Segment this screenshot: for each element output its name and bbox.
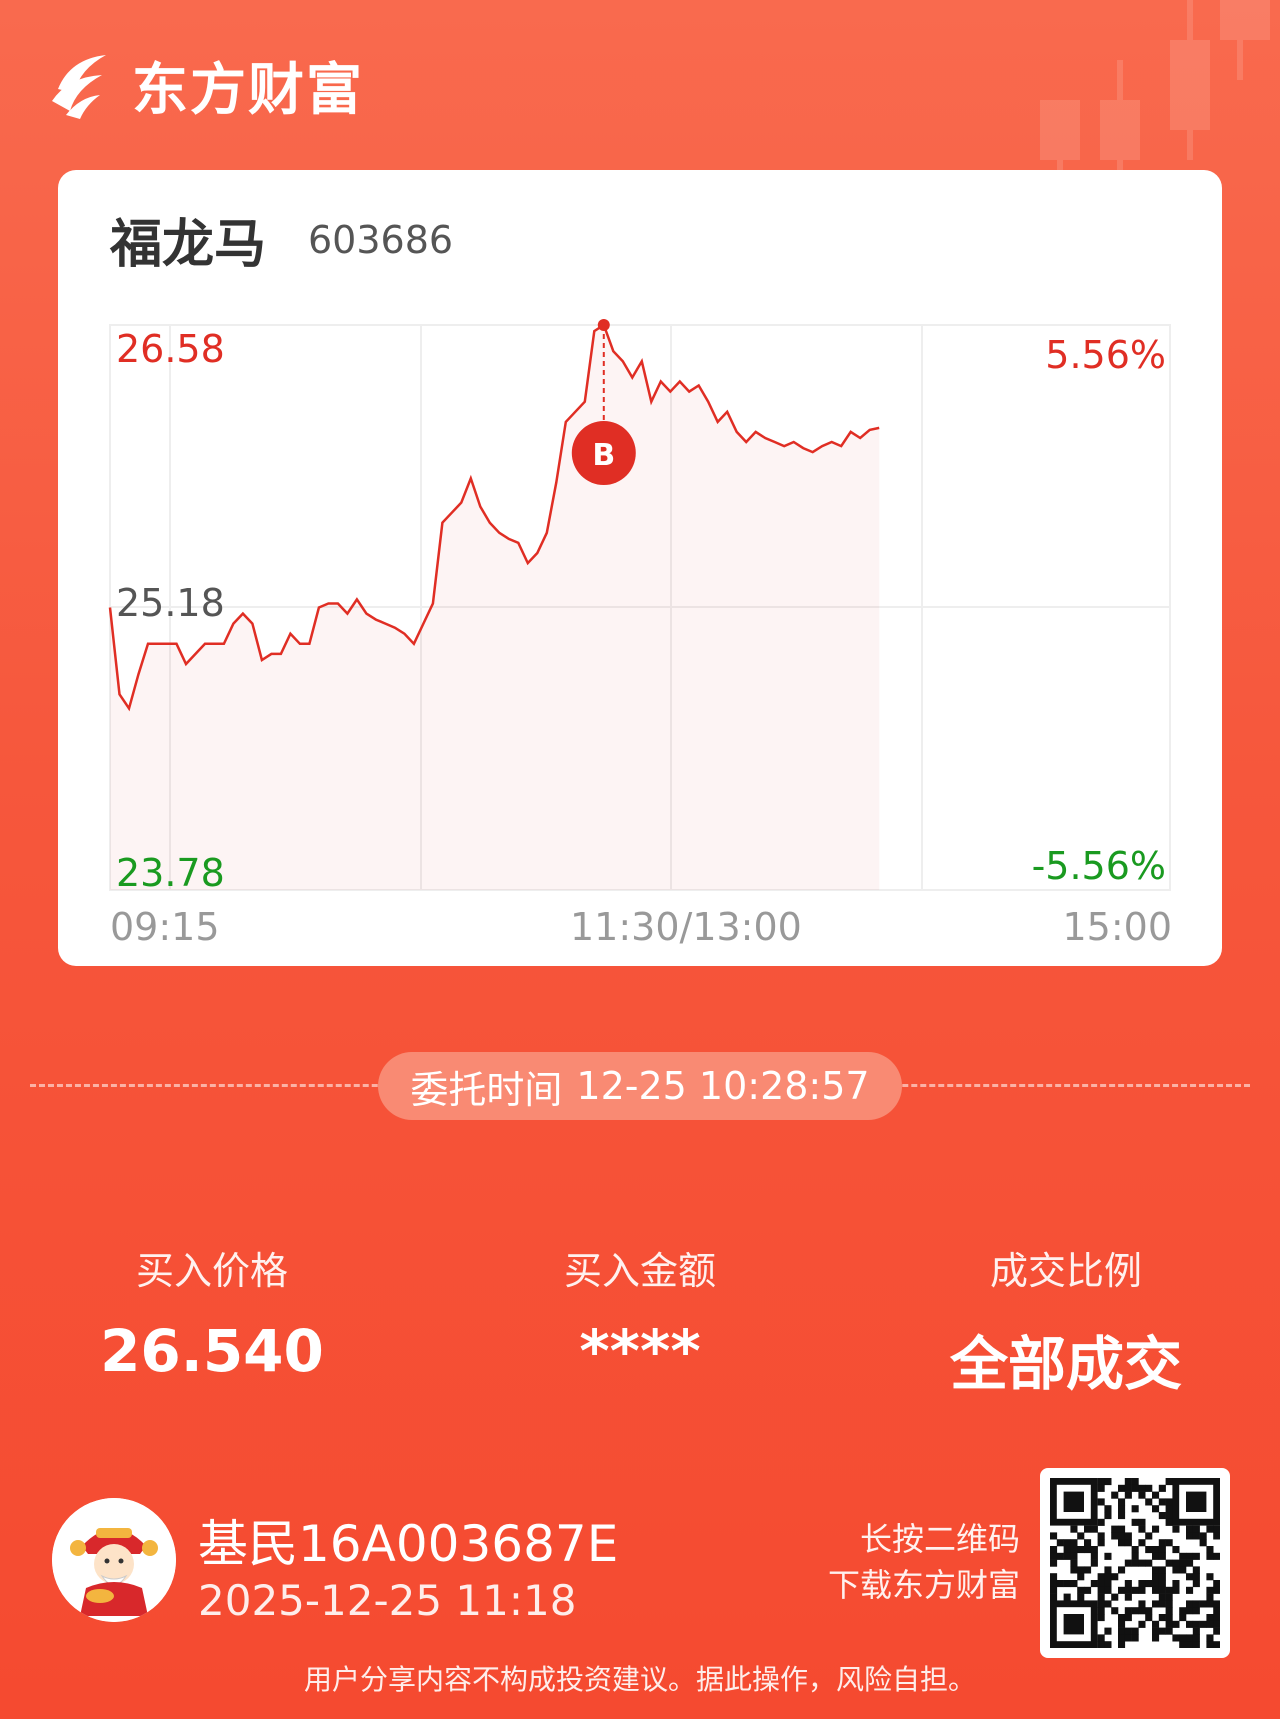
stat-fill-ratio: 成交比例 全部成交: [916, 1240, 1216, 1401]
buy-marker-label: B: [592, 438, 615, 473]
stat-label: 成交比例: [989, 1249, 1142, 1293]
order-time-label: 委托时间: [410, 1067, 563, 1112]
qr-finder-pattern: [1063, 1491, 1084, 1512]
order-time-value: 12-25 10:28:57: [576, 1064, 870, 1108]
time-start-label: 09:15: [110, 905, 220, 949]
eastmoney-logo-icon: [52, 55, 106, 119]
god-of-wealth-avatar-icon: [52, 1498, 176, 1622]
stat-buy-price: 买入价格 26.540: [62, 1240, 362, 1385]
qr-code-icon: [1050, 1478, 1221, 1649]
price-prev-close-label: 25.18: [116, 581, 225, 625]
stock-chart-card: 福龙马 603686 B 26.58 25.18 23.78 5.56% -5.…: [58, 170, 1222, 966]
user-avatar[interactable]: [52, 1498, 176, 1622]
app-header: 东方财富: [50, 45, 364, 125]
price-high-label: 26.58: [116, 327, 225, 371]
pct-low-label: -5.56%: [1031, 844, 1166, 888]
stat-label: 买入金额: [563, 1249, 716, 1293]
qr-finder-pattern: [1186, 1491, 1207, 1512]
qr-hint: 长按二维码 下载东方财富: [800, 1516, 1020, 1608]
stat-value: 全部成交: [949, 1330, 1182, 1398]
price-low-label: 23.78: [116, 851, 225, 895]
qr-finder-pattern: [1063, 1614, 1084, 1635]
time-mid-label: 11:30/13:00: [570, 905, 802, 949]
stat-buy-amount: 买入金额 ****: [490, 1240, 790, 1385]
user-name: 基民16A003687E: [198, 1515, 619, 1573]
stat-value: ****: [579, 1317, 701, 1385]
stat-label: 买入价格: [135, 1249, 288, 1293]
share-timestamp: 2025-12-25 11:18: [198, 1576, 577, 1625]
qr-hint-line1: 长按二维码: [859, 1520, 1020, 1558]
pct-high-label: 5.56%: [1045, 333, 1166, 377]
stat-value: 26.540: [100, 1317, 324, 1385]
disclaimer: 用户分享内容不构成投资建议。据此操作，风险自担。: [303, 1663, 976, 1696]
time-end-label: 15:00: [1062, 905, 1172, 949]
qr-hint-line2: 下载东方财富: [827, 1566, 1020, 1604]
qr-code[interactable]: [1040, 1468, 1230, 1658]
brand-name: 东方财富: [132, 57, 364, 123]
order-time-pill: 委托时间 12-25 10:28:57: [378, 1052, 902, 1120]
